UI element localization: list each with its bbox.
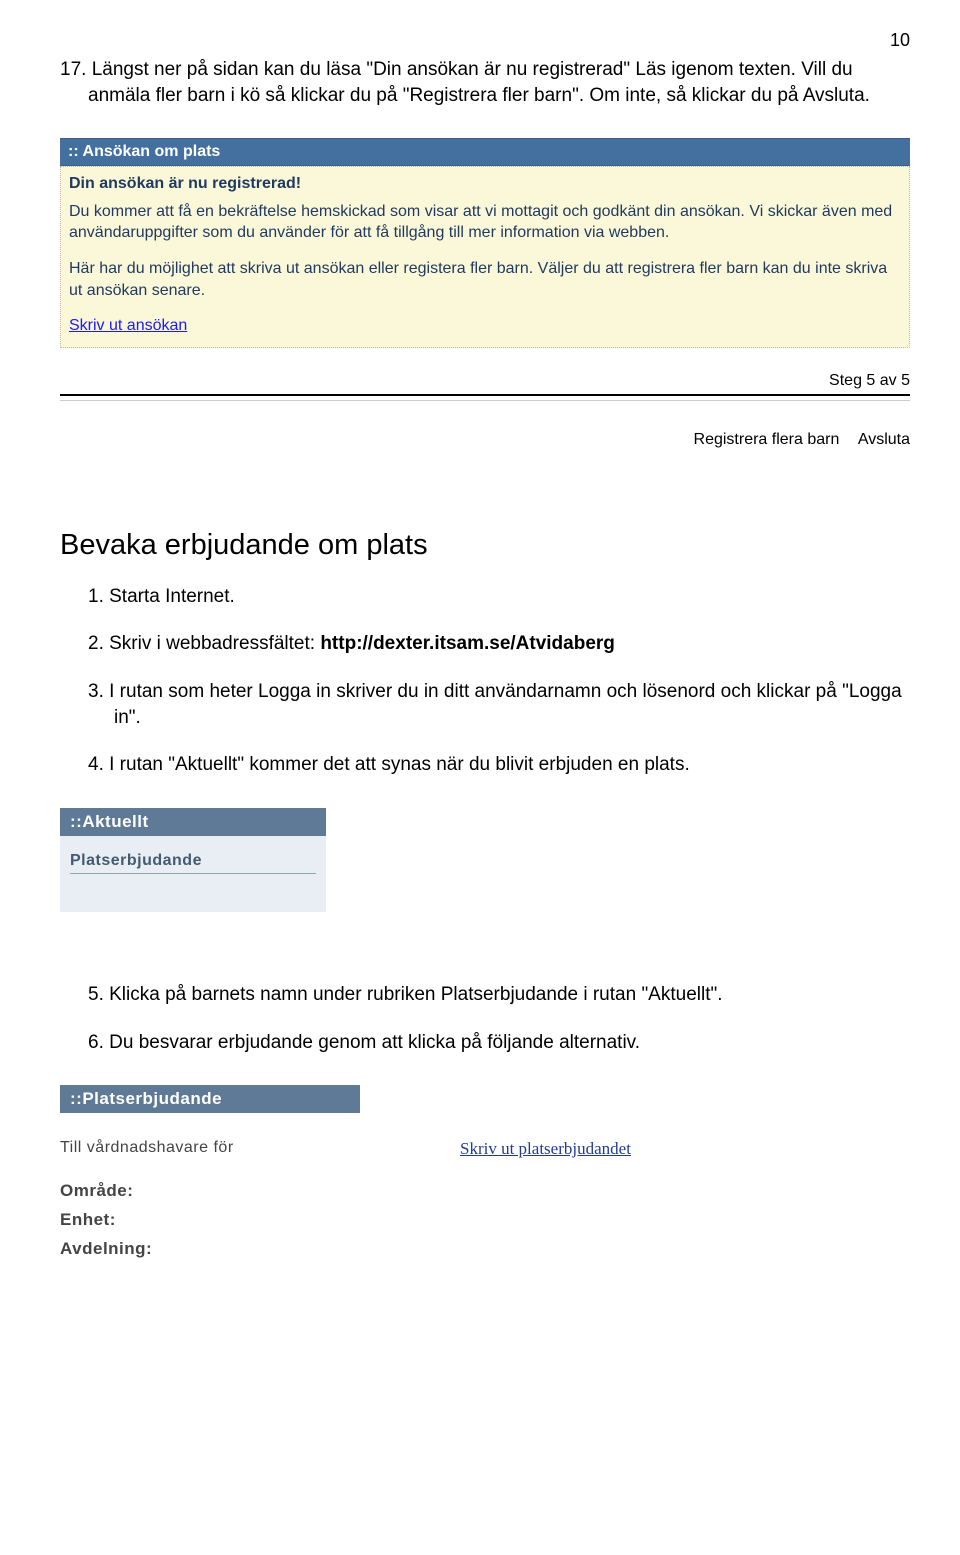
divider-thick	[60, 394, 910, 396]
confirmation-title: Din ansökan är nu registrerad!	[69, 173, 901, 195]
followup-list: 5. Klicka på barnets namn under rubriken…	[60, 982, 910, 1055]
plats-row: Till vårdnadshavare för Skriv ut platser…	[60, 1139, 910, 1159]
confirmation-box: Din ansökan är nu registrerad! Du kommer…	[60, 166, 910, 348]
register-more-button[interactable]: Registrera flera barn	[694, 431, 840, 448]
aktuellt-box-header: ::Aktuellt	[60, 808, 326, 836]
intro-paragraph: 17. Längst ner på sidan kan du läsa "Din…	[88, 57, 910, 108]
ansokan-box-header: :: Ansökan om plats	[60, 138, 910, 166]
divider-thin	[60, 400, 910, 401]
list-item: 2. Skriv i webbadressfältet: http://dext…	[114, 631, 910, 657]
section-heading-bevaka: Bevaka erbjudande om plats	[60, 529, 910, 562]
list-item: 6. Du besvarar erbjudande genom att klic…	[114, 1030, 910, 1056]
step-indicator: Steg 5 av 5	[60, 372, 910, 390]
recipient-label: Till vårdnadshavare för	[60, 1139, 460, 1159]
field-enhet: Enhet:	[60, 1206, 910, 1235]
platserbjudande-subheading: Platserbjudande	[70, 852, 316, 874]
platserbjudande-box-header: ::Platserbjudande	[60, 1085, 360, 1113]
list-item: 4. I rutan "Aktuellt" kommer det att syn…	[114, 752, 910, 778]
url-bold: http://dexter.itsam.se/Atvidaberg	[320, 633, 615, 654]
confirmation-paragraph-2: Här har du möjlighet att skriva ut ansök…	[69, 258, 901, 301]
action-row: Registrera flera barn Avsluta	[60, 431, 910, 449]
print-application-link[interactable]: Skriv ut ansökan	[69, 317, 187, 334]
list-item: 1. Starta Internet.	[114, 584, 910, 610]
field-omrade: Område:	[60, 1177, 910, 1206]
aktuellt-box: Platserbjudande	[60, 836, 326, 912]
list-item-text: 2. Skriv i webbadressfältet:	[88, 633, 320, 654]
list-item: 5. Klicka på barnets namn under rubriken…	[114, 982, 910, 1008]
bevaka-list: 1. Starta Internet. 2. Skriv i webbadres…	[60, 584, 910, 778]
fields-block: Område: Enhet: Avdelning:	[60, 1177, 910, 1264]
field-avdelning: Avdelning:	[60, 1235, 910, 1264]
confirmation-paragraph-1: Du kommer att få en bekräftelse hemskick…	[69, 201, 901, 244]
print-offer-link[interactable]: Skriv ut platserbjudandet	[460, 1139, 631, 1159]
finish-button[interactable]: Avsluta	[858, 431, 910, 448]
list-item: 3. I rutan som heter Logga in skriver du…	[114, 679, 910, 730]
page-number: 10	[60, 30, 910, 51]
